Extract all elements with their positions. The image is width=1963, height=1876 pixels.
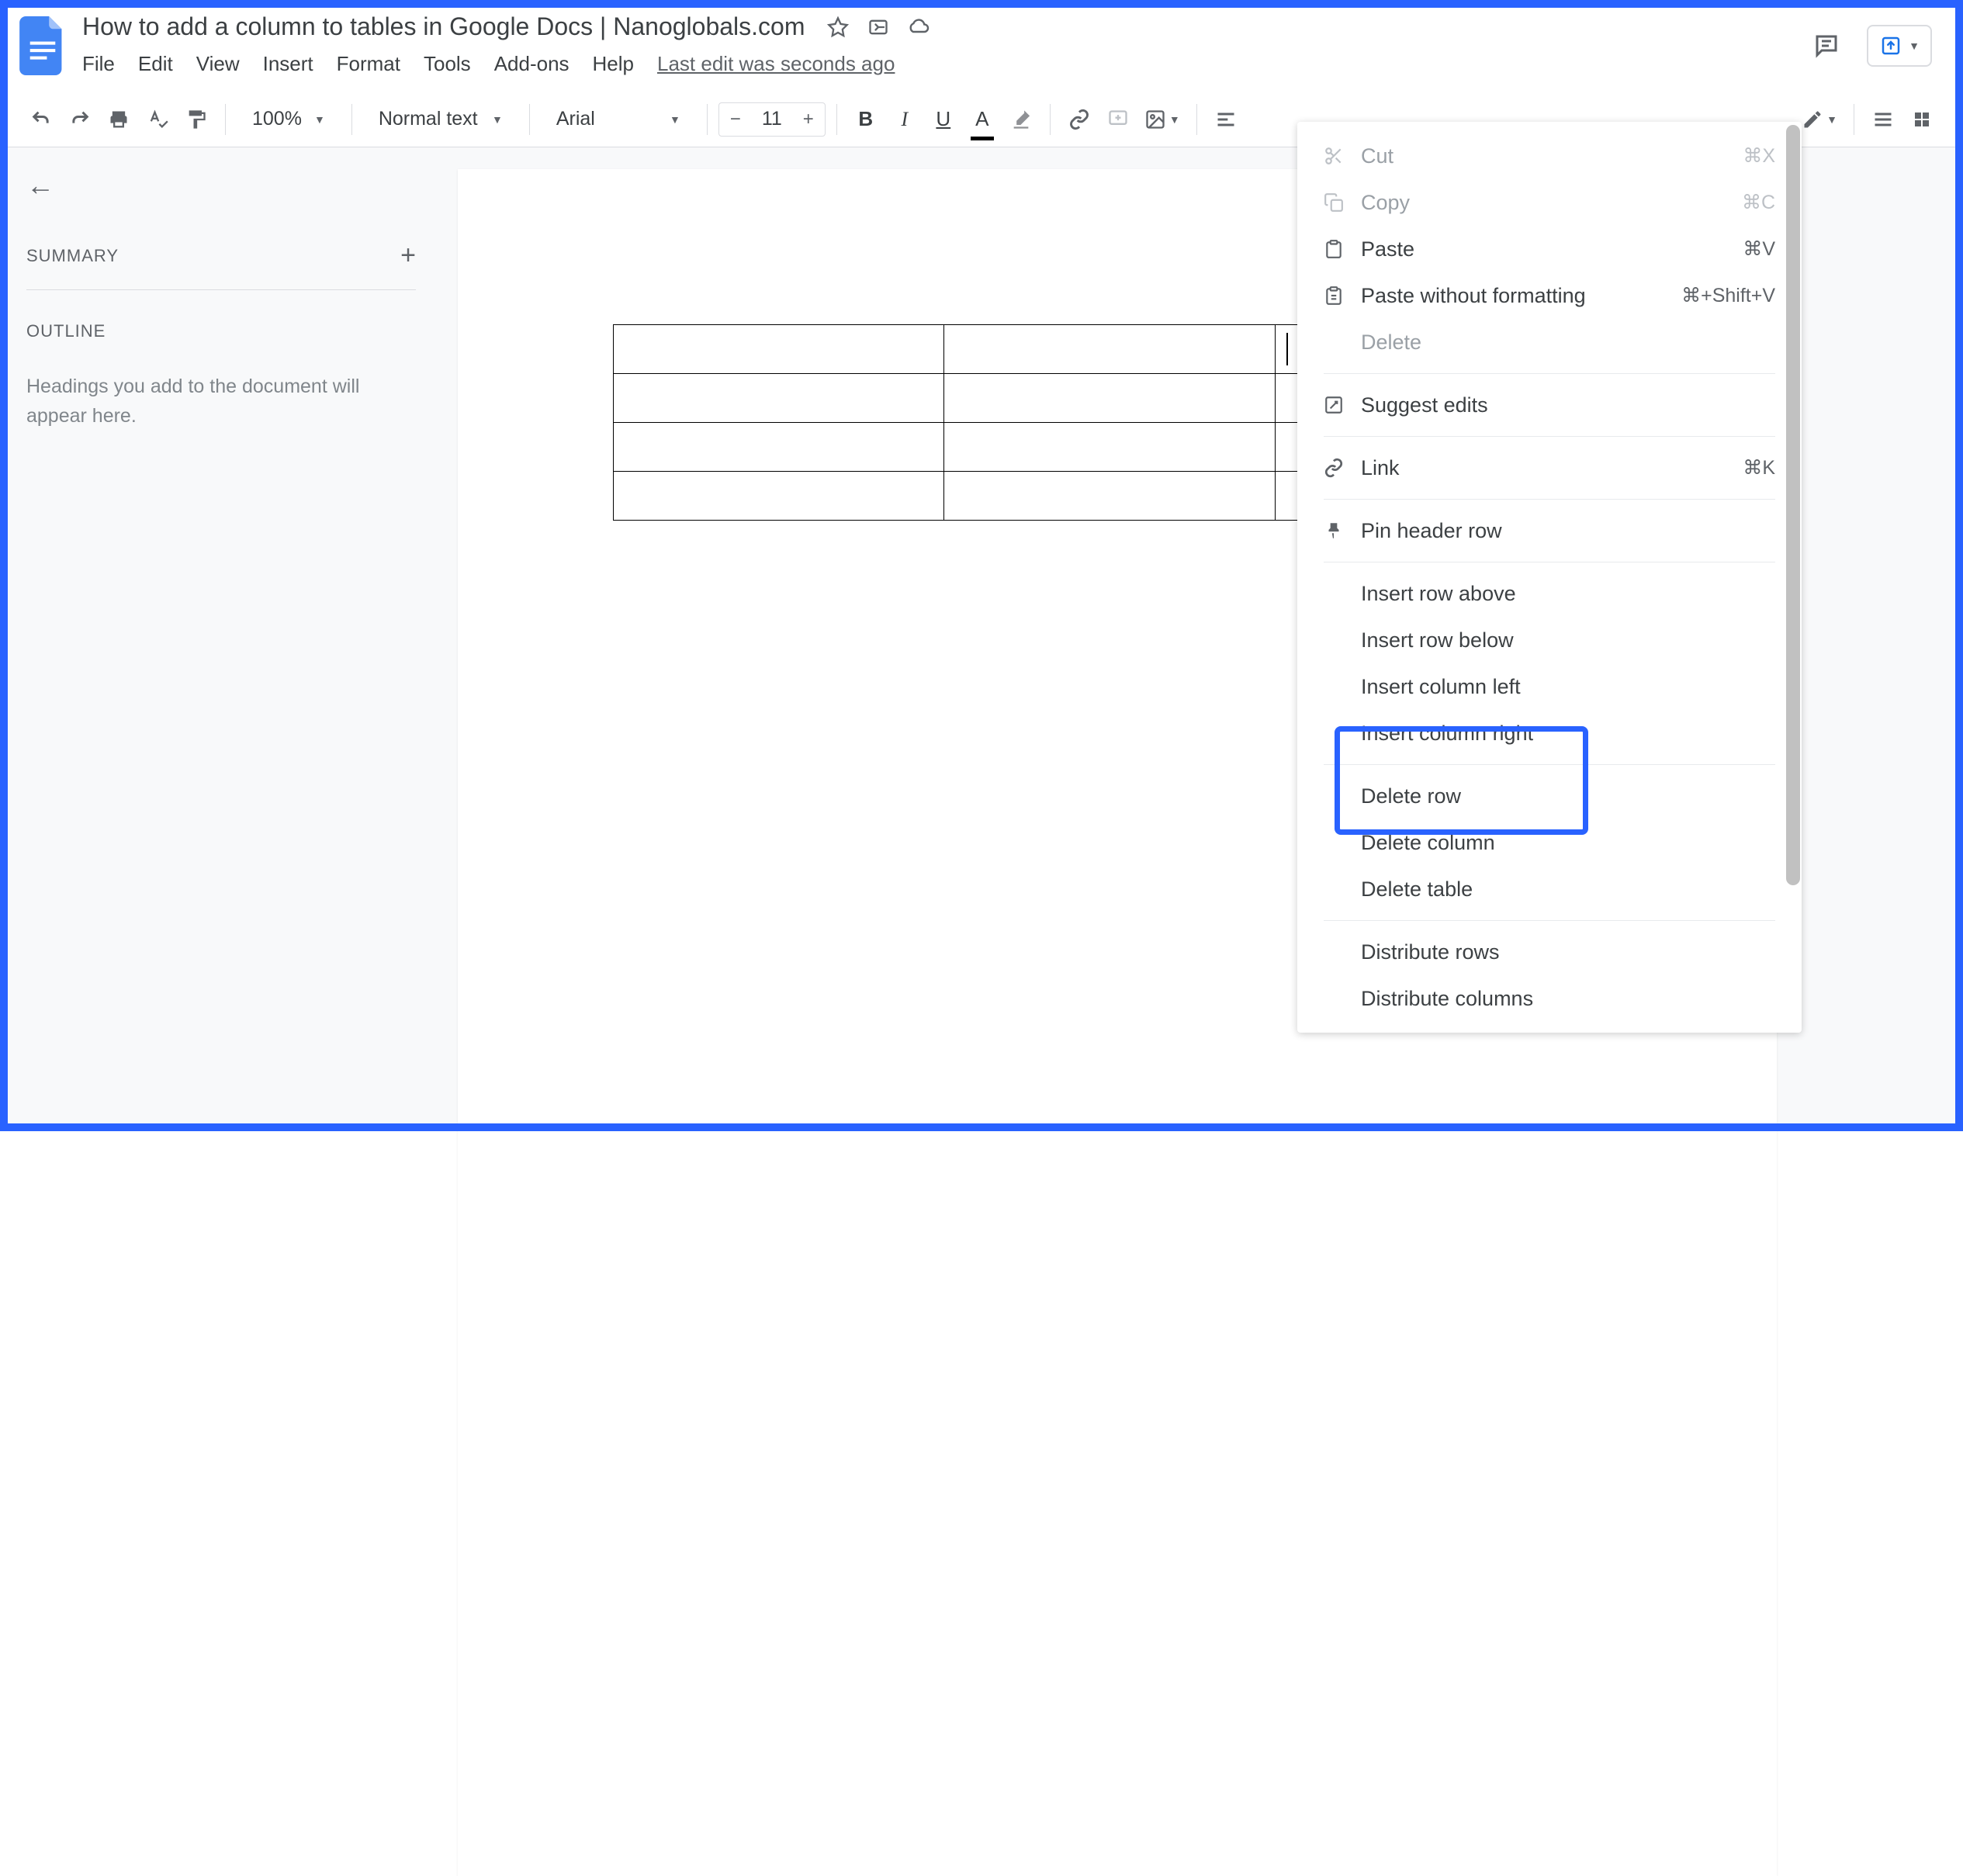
scrollbar-thumb[interactable]	[1786, 125, 1800, 885]
ctx-insert-column-left[interactable]: Insert column left	[1297, 663, 1802, 710]
redo-icon[interactable]	[62, 102, 98, 137]
ctx-copy[interactable]: Copy⌘C	[1297, 179, 1802, 226]
zoom-select[interactable]: 100%▼	[237, 108, 341, 130]
paste-plain-icon	[1324, 286, 1361, 306]
ctx-insert-row-below[interactable]: Insert row below	[1297, 617, 1802, 663]
ctx-insert-column-right[interactable]: Insert column right	[1297, 710, 1802, 756]
link-icon	[1324, 458, 1361, 478]
menu-file[interactable]: File	[82, 52, 115, 76]
ctx-delete-row[interactable]: Delete row	[1297, 773, 1802, 819]
caret-icon: ▼	[314, 113, 325, 126]
ctx-paste-without-formatting[interactable]: Paste without formatting⌘+Shift+V	[1297, 272, 1802, 319]
style-select[interactable]: Normal text▼	[363, 108, 518, 130]
comments-icon[interactable]	[1809, 29, 1844, 63]
image-icon[interactable]: ▼	[1139, 102, 1186, 137]
caret-icon: ▼	[670, 113, 680, 126]
spellcheck-icon[interactable]	[140, 102, 175, 137]
ctx-insert-row-above[interactable]: Insert row above	[1297, 570, 1802, 617]
ctx-delete-column[interactable]: Delete column	[1297, 819, 1802, 866]
ctx-paste[interactable]: Paste⌘V	[1297, 226, 1802, 272]
pin-icon	[1324, 521, 1361, 541]
menu-insert[interactable]: Insert	[263, 52, 313, 76]
ctx-delete[interactable]: Delete	[1297, 319, 1802, 365]
font-size-decrease[interactable]: −	[719, 103, 752, 136]
underline-button[interactable]: U	[926, 102, 961, 137]
menu-help[interactable]: Help	[593, 52, 634, 76]
separator	[1324, 436, 1775, 437]
separator	[1324, 764, 1775, 765]
menu-format[interactable]: Format	[337, 52, 400, 76]
cloud-icon[interactable]	[907, 16, 930, 39]
cut-icon	[1324, 146, 1361, 166]
summary-heading: SUMMARY	[26, 246, 119, 266]
hide-menus-icon[interactable]	[1865, 102, 1901, 137]
align-icon[interactable]	[1208, 102, 1244, 137]
ctx-link[interactable]: Link⌘K	[1297, 445, 1802, 491]
menu-addons[interactable]: Add-ons	[494, 52, 570, 76]
expand-icon[interactable]	[1904, 102, 1940, 137]
document-title[interactable]: How to add a column to tables in Google …	[78, 11, 809, 43]
font-size-increase[interactable]: +	[792, 103, 825, 136]
back-arrow-icon[interactable]: ←	[26, 169, 416, 202]
app-header: How to add a column to tables in Google …	[0, 0, 1963, 92]
star-icon[interactable]	[826, 16, 850, 39]
outline-sidebar: ← SUMMARY + OUTLINE Headings you add to …	[0, 147, 442, 1131]
menu-view[interactable]: View	[196, 52, 240, 76]
docs-logo[interactable]	[16, 11, 70, 81]
edit-mode-icon[interactable]: ▼	[1796, 102, 1843, 137]
font-size-control: − 11 +	[718, 102, 826, 137]
paint-format-icon[interactable]	[178, 102, 214, 137]
share-button[interactable]: ▼	[1867, 25, 1932, 67]
menu-edit[interactable]: Edit	[138, 52, 173, 76]
add-summary-icon[interactable]: +	[400, 241, 416, 271]
ctx-cut[interactable]: Cut⌘X	[1297, 133, 1802, 179]
ctx-delete-table[interactable]: Delete table	[1297, 866, 1802, 912]
link-icon[interactable]	[1061, 102, 1097, 137]
print-icon[interactable]	[101, 102, 137, 137]
text-color-button[interactable]: A	[964, 102, 1000, 137]
ctx-distribute-columns[interactable]: Distribute columns	[1297, 975, 1802, 1022]
caret-icon: ▼	[492, 113, 503, 126]
outline-heading: OUTLINE	[26, 321, 416, 341]
italic-button[interactable]: I	[887, 102, 923, 137]
separator	[1324, 920, 1775, 921]
move-icon[interactable]	[867, 16, 890, 39]
divider	[26, 289, 416, 290]
share-caret-icon: ▼	[1909, 40, 1920, 52]
last-edit-link[interactable]: Last edit was seconds ago	[657, 52, 895, 76]
menu-bar: File Edit View Insert Format Tools Add-o…	[78, 43, 1809, 76]
font-select[interactable]: Arial▼	[541, 108, 696, 130]
comment-add-icon[interactable]	[1100, 102, 1136, 137]
context-menu: Cut⌘X Copy⌘C Paste⌘V Paste without forma…	[1297, 122, 1802, 1033]
copy-icon	[1324, 192, 1361, 213]
ctx-distribute-rows[interactable]: Distribute rows	[1297, 929, 1802, 975]
suggest-icon	[1324, 395, 1361, 415]
text-cursor	[1286, 333, 1288, 365]
font-size-value[interactable]: 11	[752, 108, 792, 130]
paste-icon	[1324, 239, 1361, 259]
undo-icon[interactable]	[23, 102, 59, 137]
separator	[1324, 499, 1775, 500]
outline-hint: Headings you add to the document will ap…	[26, 372, 416, 431]
highlight-icon[interactable]	[1003, 102, 1039, 137]
ctx-pin-header[interactable]: Pin header row	[1297, 507, 1802, 554]
menu-tools[interactable]: Tools	[424, 52, 471, 76]
bold-button[interactable]: B	[848, 102, 884, 137]
title-area: How to add a column to tables in Google …	[70, 11, 1809, 76]
ctx-suggest-edits[interactable]: Suggest edits	[1297, 382, 1802, 428]
separator	[1324, 373, 1775, 374]
